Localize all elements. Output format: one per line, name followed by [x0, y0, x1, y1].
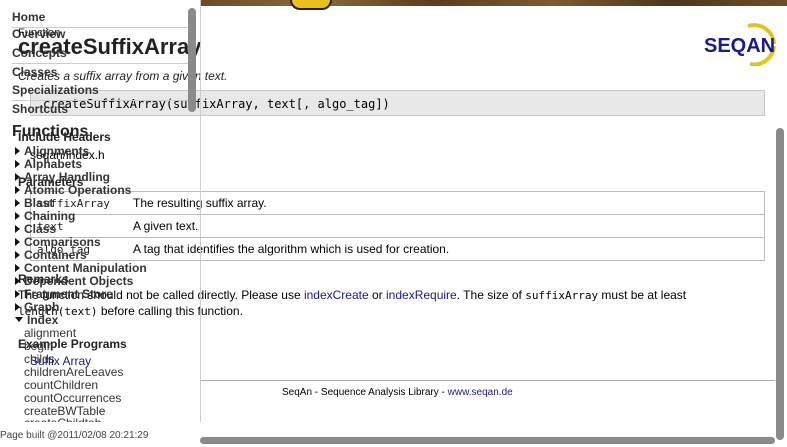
remarks-text: . The size of [456, 288, 526, 302]
expand-triangle-icon[interactable] [15, 173, 20, 181]
footer-divider [200, 380, 775, 381]
horizontal-scrollbar[interactable] [200, 437, 775, 444]
tree-group-alphabets[interactable]: Alphabets [15, 157, 82, 171]
tree-group-blast[interactable]: Blast [15, 196, 53, 210]
tree-leaf-create-childtab[interactable]: createChildtab [24, 416, 101, 422]
tree-group-containers[interactable]: Containers [15, 248, 87, 262]
param-description: A given text. [127, 214, 765, 238]
remarks-text: must be at least [598, 288, 687, 302]
remarks-code: suffixArray [525, 289, 599, 302]
tree-group-dependent-objects[interactable]: Dependent Objects [15, 274, 133, 288]
tree-group-fragment-store[interactable]: Fragment Store [15, 287, 113, 301]
footer-link[interactable]: www.seqan.de [448, 387, 513, 398]
tree-group-class[interactable]: Class [15, 222, 56, 236]
tree-leaf-alignment[interactable]: alignment [24, 326, 76, 340]
expand-triangle-icon[interactable] [15, 225, 20, 233]
expand-triangle-icon[interactable] [15, 160, 20, 168]
tree-leaf-begin[interactable]: begin [24, 339, 53, 353]
tree-group-chaining[interactable]: Chaining [15, 209, 75, 223]
index-create-link[interactable]: indexCreate [304, 288, 369, 302]
expand-triangle-icon[interactable] [15, 264, 20, 272]
sidebar-overlap-function: Function [18, 27, 61, 39]
tree-label: Graph [24, 300, 60, 314]
expand-triangle-icon[interactable] [15, 147, 20, 155]
sidebar-item-concepts[interactable]: Concepts [12, 46, 67, 60]
remarks-text: or [368, 288, 387, 302]
expand-triangle-icon[interactable] [15, 290, 20, 298]
expand-triangle-icon[interactable] [15, 238, 20, 246]
tree-leaf-count-occurrences[interactable]: countOccurrences [24, 391, 121, 405]
tree-label: Alignments [24, 144, 90, 158]
expand-triangle-icon[interactable] [15, 212, 20, 220]
tree-label: Chaining [24, 209, 76, 223]
footer: SeqAn - Sequence Analysis Library - www.… [282, 387, 513, 398]
sidebar-item-specializations[interactable]: Specializations [12, 83, 99, 97]
tree-label: Alphabets [24, 157, 83, 171]
tree-group-index[interactable]: Index [15, 313, 58, 327]
page-built-timestamp: Page built @2011/02/08 20:21:29 [0, 430, 149, 441]
divider [12, 63, 195, 64]
sidebar: Home Overview Function Concepts Classes … [0, 0, 201, 422]
tree-group-graph[interactable]: Graph [15, 300, 59, 314]
sidebar-item-home[interactable]: Home [12, 10, 45, 24]
tree-label: Index [27, 313, 59, 327]
index-require-link[interactable]: indexRequire [386, 288, 457, 302]
tree-leaf-count-children[interactable]: countChildren [24, 378, 98, 392]
logo-text: SEQAN [704, 35, 775, 57]
tree-group-array-handling[interactable]: Array Handling [15, 170, 110, 184]
param-description: The resulting suffix array. [127, 191, 765, 215]
tree-label: Dependent Objects [24, 274, 134, 288]
tree-group-alignments[interactable]: Alignments [15, 144, 89, 158]
expand-triangle-icon[interactable] [15, 277, 20, 285]
tree-label: Atomic Operations [24, 183, 132, 197]
expand-triangle-icon[interactable] [15, 251, 20, 259]
divider [12, 100, 195, 101]
main-vertical-scrollbar[interactable] [776, 128, 784, 440]
param-description: A tag that identifies the algorithm whic… [127, 237, 765, 261]
tree-label: Blast [24, 196, 54, 210]
tree-label: Fragment Store [24, 287, 113, 301]
expand-triangle-icon[interactable] [15, 303, 20, 311]
collapse-triangle-icon[interactable] [15, 317, 23, 322]
tree-label: Comparisons [24, 235, 101, 249]
footer-text: SeqAn - Sequence Analysis Library - [282, 387, 448, 398]
tree-label: Class [24, 222, 57, 236]
tree-label: Array Handling [24, 170, 111, 184]
expand-triangle-icon[interactable] [15, 186, 20, 194]
sidebar-item-classes[interactable]: Classes [12, 65, 57, 79]
sidebar-scrollbar[interactable] [188, 8, 196, 112]
tree-leaf-children-are-leaves[interactable]: childrenAreLeaves [24, 365, 123, 379]
expand-triangle-icon[interactable] [15, 199, 20, 207]
tree-group-comparisons[interactable]: Comparisons [15, 235, 101, 249]
tree-label: Content Manipulation [24, 261, 147, 275]
sidebar-item-shortcuts[interactable]: Shortcuts [12, 102, 68, 116]
seqan-logo[interactable]: SEQAN [702, 22, 778, 67]
tree-group-content-manipulation[interactable]: Content Manipulation [15, 261, 147, 275]
functions-heading: Functions [12, 123, 89, 140]
tree-label: Containers [24, 248, 87, 262]
tree-leaf-childs[interactable]: childs [24, 352, 55, 366]
tree-group-atomic-operations[interactable]: Atomic Operations [15, 183, 131, 197]
